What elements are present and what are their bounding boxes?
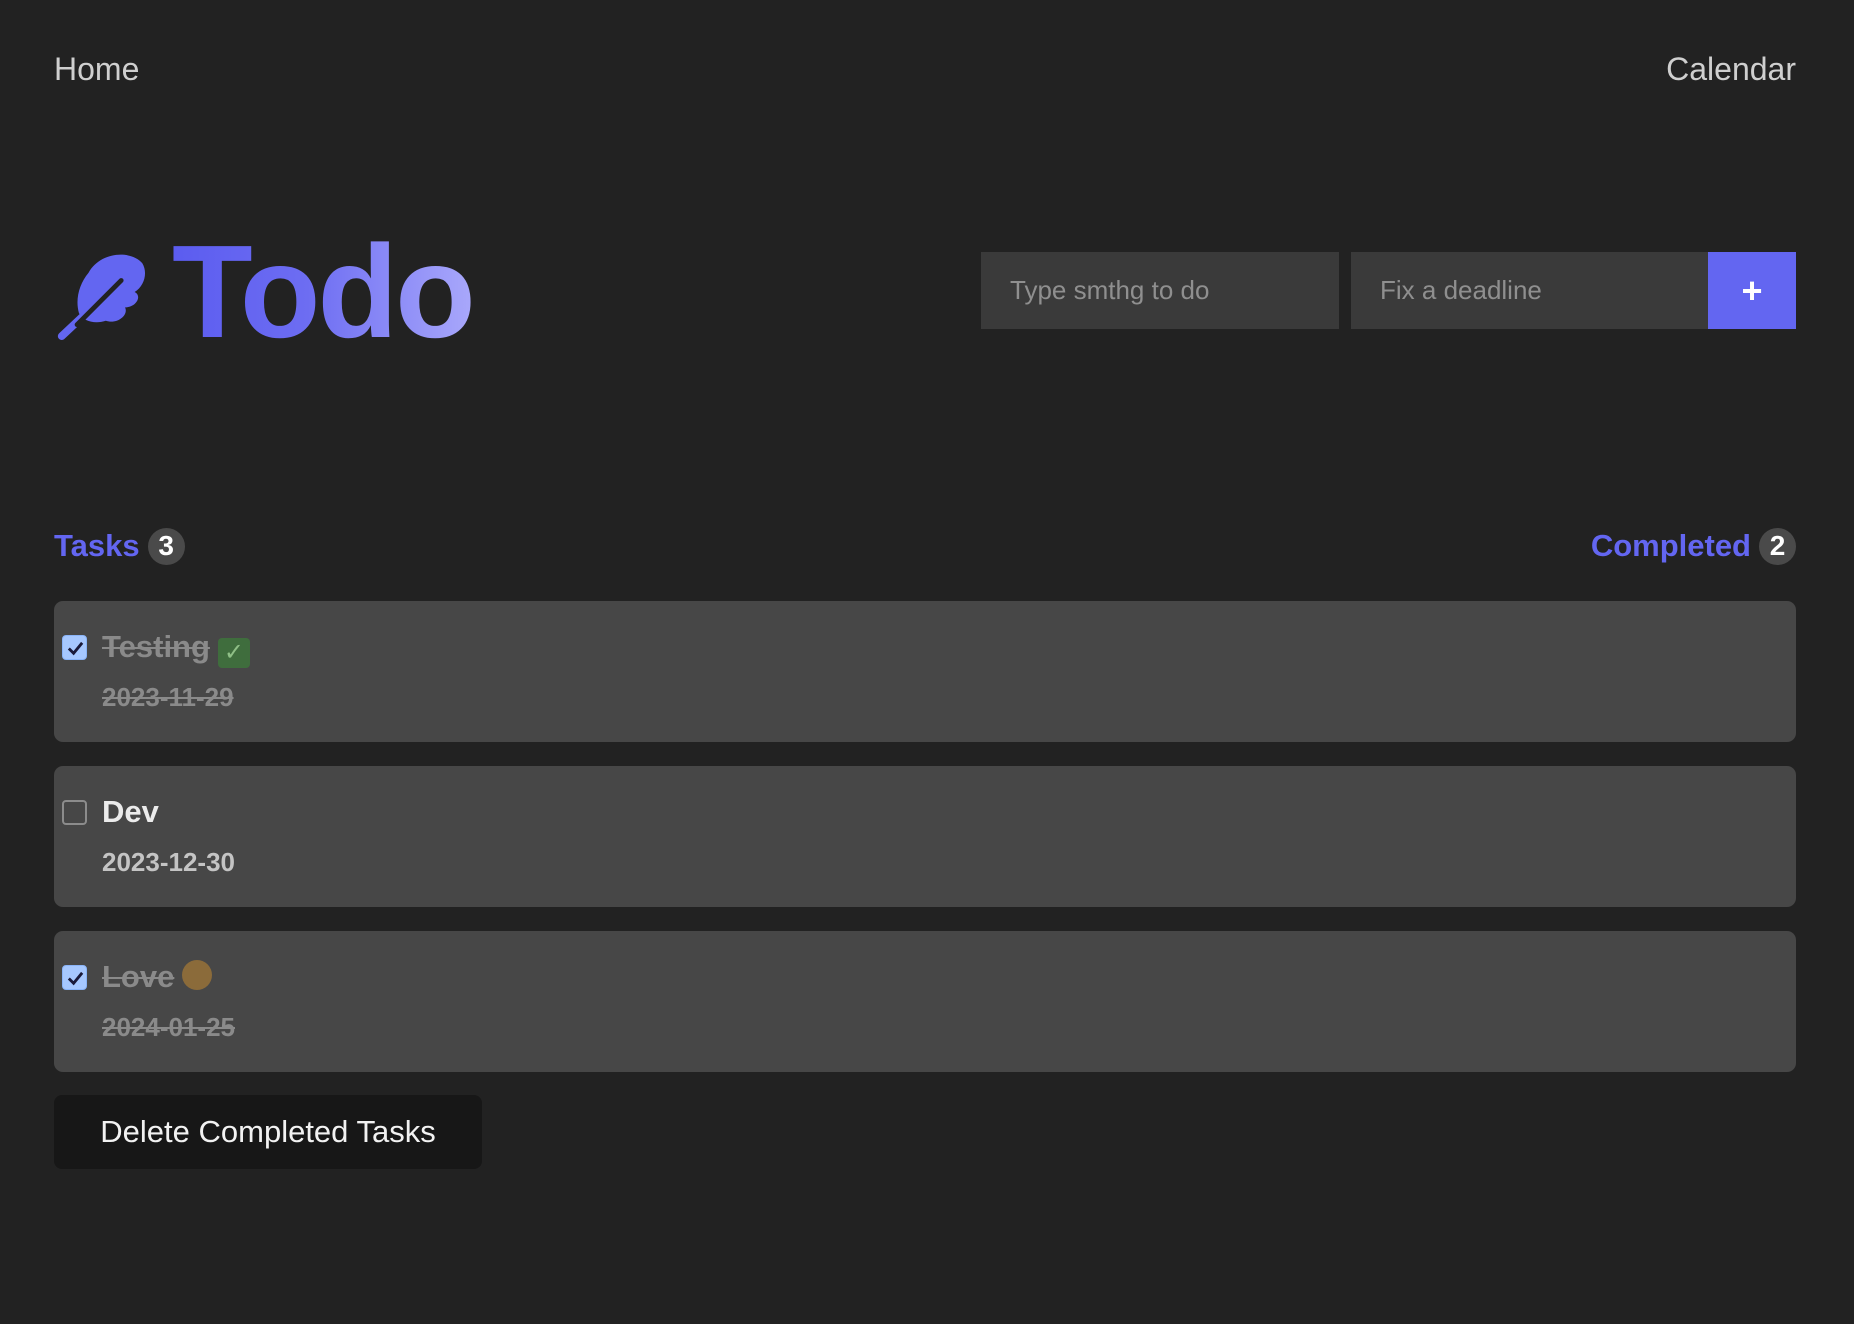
tasks-count-badge: 3 bbox=[147, 527, 185, 565]
brand: Todo bbox=[54, 226, 476, 358]
task-deadline: 2023-11-29 bbox=[102, 682, 234, 712]
todo-app: Home Calendar Todo + Tasks 3 Completed 2 bbox=[0, 0, 1854, 1324]
task-checkbox[interactable] bbox=[62, 965, 87, 990]
tasks-counter: Tasks 3 bbox=[54, 527, 185, 565]
task-title: Dev bbox=[102, 794, 159, 830]
task-checkbox[interactable] bbox=[62, 800, 87, 825]
completed-counter: Completed 2 bbox=[1590, 527, 1796, 565]
smiling-face-with-heart-eyes-icon bbox=[182, 960, 213, 990]
task-input[interactable] bbox=[981, 252, 1339, 329]
task-title: Love bbox=[102, 959, 213, 995]
completed-count-badge: 2 bbox=[1759, 527, 1796, 565]
task-checkbox[interactable] bbox=[62, 635, 87, 660]
task-title-text: Dev bbox=[102, 794, 159, 829]
task-deadline: 2024-01-25 bbox=[102, 1012, 235, 1042]
task-item: Dev 2023-12-30 bbox=[54, 766, 1796, 907]
checkmark-icon bbox=[67, 641, 84, 656]
nav-calendar-link[interactable]: Calendar bbox=[1666, 51, 1796, 88]
deadline-input[interactable] bbox=[1351, 252, 1708, 329]
task-title: Testing ✓ bbox=[102, 629, 250, 668]
task-item: Testing ✓ 2023-11-29 bbox=[54, 601, 1796, 742]
add-task-button[interactable]: + bbox=[1708, 252, 1796, 329]
task-item: Love 2024-01-25 bbox=[54, 931, 1796, 1072]
app-title: Todo bbox=[172, 218, 476, 365]
task-title-text: Love bbox=[102, 959, 175, 994]
task-list: Testing ✓ 2023-11-29 Dev 2023-12-30 Love … bbox=[54, 601, 1796, 1096]
delete-completed-button[interactable]: Delete Completed Tasks bbox=[54, 1095, 482, 1169]
add-task-form: + bbox=[981, 252, 1796, 329]
checkmark-icon bbox=[67, 971, 84, 986]
top-nav: Home Calendar bbox=[54, 48, 1796, 90]
check-mark-button-icon: ✓ bbox=[217, 638, 250, 668]
feather-icon bbox=[57, 254, 146, 340]
nav-home-link[interactable]: Home bbox=[54, 51, 139, 88]
completed-counter-label: Completed bbox=[1590, 528, 1751, 563]
task-deadline: 2023-12-30 bbox=[102, 847, 235, 877]
task-counters: Tasks 3 Completed 2 bbox=[54, 526, 1796, 566]
tasks-counter-label: Tasks bbox=[54, 528, 140, 563]
task-title-text: Testing bbox=[102, 629, 210, 664]
